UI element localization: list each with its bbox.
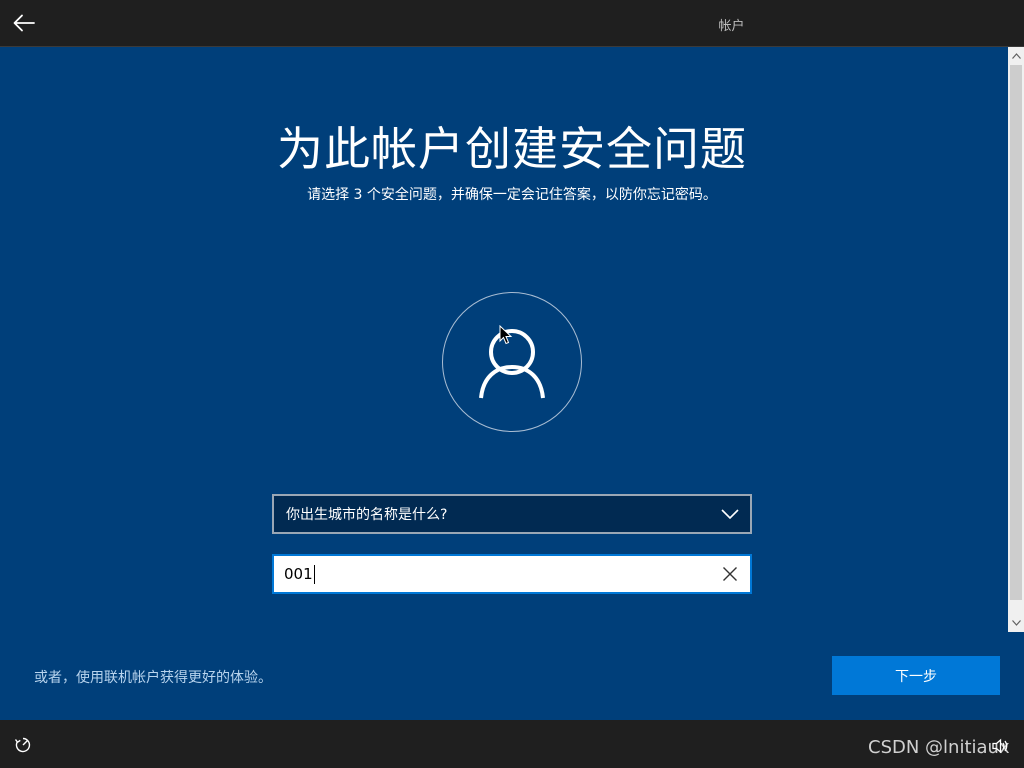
tab-account: 帐户 (634, 0, 829, 48)
oobe-window: 帐户 为此帐户创建安全问题 请选择 3 个安全问题，并确保一定会记住答案，以防你… (0, 0, 1024, 768)
avatar (442, 292, 582, 432)
security-answer-input[interactable]: 001 (272, 554, 752, 594)
chevron-up-icon (1011, 53, 1021, 59)
bottom-bar: CSDN @lnitiaux (0, 720, 1024, 768)
watermark-text: CSDN @lnitiaux (868, 737, 1010, 758)
scroll-down-button[interactable] (1008, 614, 1024, 632)
chevron-down-small-icon (1011, 620, 1021, 626)
volume-icon (992, 738, 1008, 754)
arrow-left-icon (13, 14, 35, 32)
volume-button[interactable] (990, 736, 1010, 756)
scroll-up-button[interactable] (1008, 47, 1024, 65)
online-account-link[interactable]: 或者，使用联机帐户获得更好的体验。 (34, 667, 272, 687)
page-title: 为此帐户创建安全问题 (277, 122, 747, 176)
scroll-thumb[interactable] (1010, 65, 1022, 600)
ease-of-access-icon (14, 737, 31, 753)
security-answer-value: 001 (284, 565, 313, 583)
main-panel: 为此帐户创建安全问题 请选择 3 个安全问题，并确保一定会记住答案，以防你忘记密… (0, 47, 1024, 720)
chevron-down-icon (710, 496, 750, 532)
page-subtitle: 请选择 3 个安全问题，并确保一定会记住答案，以防你忘记密码。 (307, 187, 717, 203)
user-icon (479, 329, 545, 399)
top-bar: 帐户 (0, 0, 1024, 48)
text-caret (313, 564, 315, 584)
security-answer-text: 001 (284, 564, 710, 584)
mouse-cursor-icon (499, 325, 513, 345)
security-question-value: 你出生城市的名称是什么? (286, 507, 448, 523)
next-button[interactable]: 下一步 (832, 656, 1000, 695)
clear-input-button[interactable] (710, 556, 750, 592)
vertical-scrollbar[interactable] (1008, 47, 1024, 632)
security-question-dropdown[interactable]: 你出生城市的名称是什么? (272, 494, 752, 534)
close-icon (723, 567, 737, 581)
tab-account-label: 帐户 (718, 18, 745, 34)
back-button[interactable] (6, 6, 42, 40)
accessibility-button[interactable] (12, 734, 34, 756)
